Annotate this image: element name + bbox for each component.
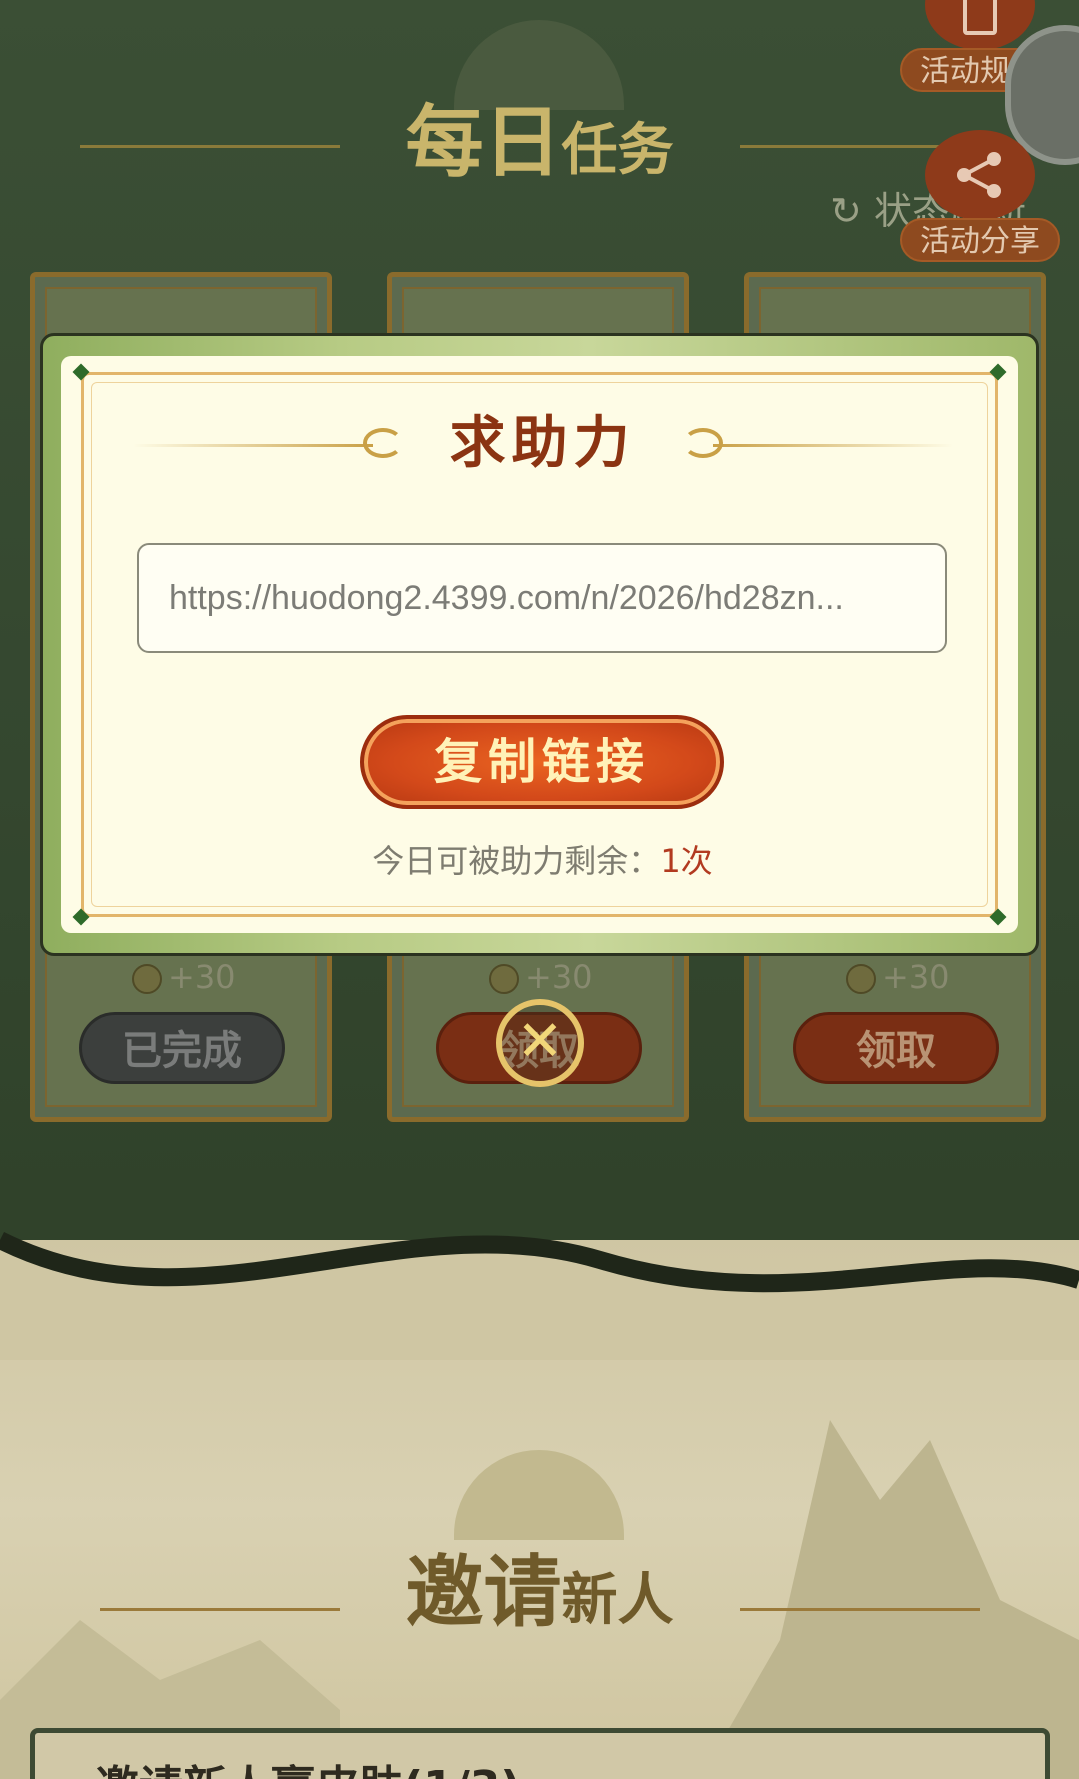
remaining-help-text: 今日可被助力剩余：1次 <box>43 836 1042 882</box>
title-ornament-swirl-right <box>683 428 723 458</box>
close-icon[interactable]: ✕ <box>496 999 584 1087</box>
copy-link-button[interactable]: 复制链接 <box>360 715 724 809</box>
help-request-modal: 求助力 https://huodong2.4399.com/n/2026/hd2… <box>40 333 1039 956</box>
title-ornament-line-right <box>713 444 953 447</box>
remaining-label: 今日可被助力剩余： <box>372 842 661 880</box>
remaining-count: 1次 <box>660 842 713 880</box>
share-link-field[interactable]: https://huodong2.4399.com/n/2026/hd28zn.… <box>137 543 947 653</box>
modal-title: 求助力 <box>449 410 636 476</box>
